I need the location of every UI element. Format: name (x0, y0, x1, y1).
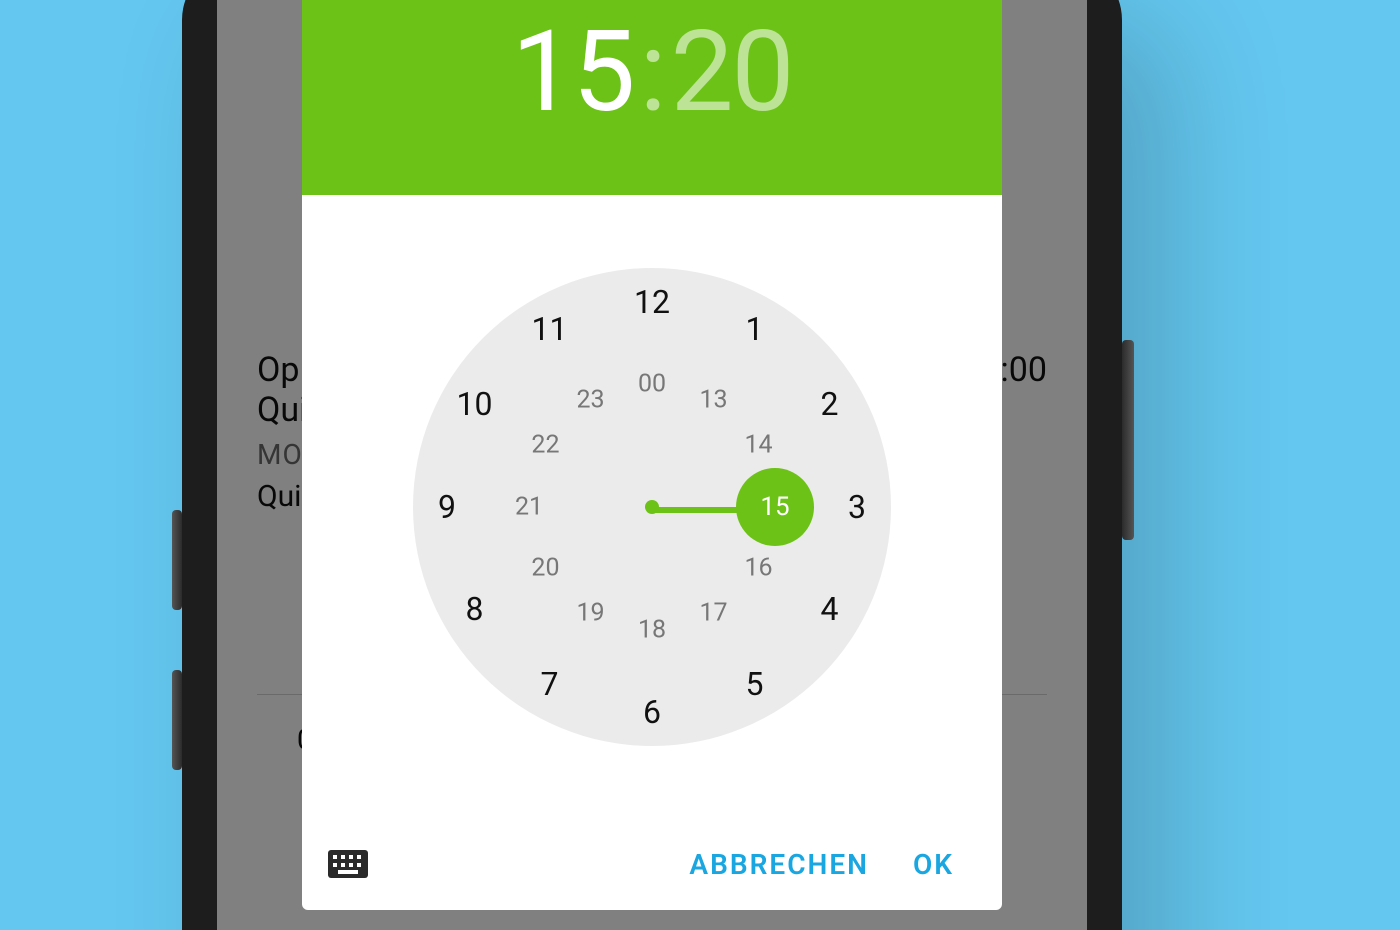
clock-hour-3[interactable]: 3 (848, 488, 866, 526)
clock-hour-1[interactable]: 1 (746, 310, 764, 348)
phone-side-button (1122, 340, 1134, 540)
clock-hour-22[interactable]: 22 (531, 431, 559, 460)
clock-hour-8[interactable]: 8 (465, 590, 483, 628)
clock-hour-12[interactable]: 12 (634, 283, 670, 321)
clock-hour-00[interactable]: 00 (638, 369, 666, 398)
phone-side-button (172, 510, 182, 610)
clock-hour-6[interactable]: 6 (643, 693, 661, 731)
selected-hour[interactable]: 15 (512, 17, 634, 129)
clock-hour-15[interactable]: 15 (736, 468, 814, 546)
clock-hour-21[interactable]: 21 (515, 492, 543, 521)
time-picker-body: 15 1212345678910110013141617181920212223 (302, 195, 1002, 818)
clock-face[interactable]: 15 1212345678910110013141617181920212223 (413, 268, 891, 746)
ok-button[interactable]: OK (891, 838, 976, 891)
time-picker-dialog: 15 : 20 15 12123456789101100131416171819… (302, 0, 1002, 910)
phone-side-button (172, 670, 182, 770)
clock-hour-19[interactable]: 19 (576, 599, 604, 628)
clock-hour-7[interactable]: 7 (541, 665, 559, 703)
cancel-button[interactable]: ABBRECHEN (667, 838, 891, 891)
time-picker-header: 15 : 20 (302, 0, 1002, 195)
clock-hour-2[interactable]: 2 (821, 385, 839, 423)
phone-frame: Op Qui MO Qui :00 08:30 12:05 15 : 20 15 (182, 0, 1122, 930)
clock-hour-13[interactable]: 13 (699, 385, 727, 414)
keyboard-icon[interactable] (328, 850, 368, 878)
clock-hour-9[interactable]: 9 (438, 488, 456, 526)
clock-hour-10[interactable]: 10 (456, 385, 492, 423)
clock-hour-17[interactable]: 17 (699, 599, 727, 628)
selected-minute[interactable]: 20 (671, 17, 793, 129)
clock-center (645, 500, 659, 514)
clock-hour-14[interactable]: 14 (744, 431, 772, 460)
clock-hour-23[interactable]: 23 (576, 385, 604, 414)
clock-hour-5[interactable]: 5 (746, 665, 764, 703)
phone-screen: Op Qui MO Qui :00 08:30 12:05 15 : 20 15 (217, 0, 1087, 930)
time-separator: : (639, 17, 664, 129)
clock-hour-4[interactable]: 4 (821, 590, 839, 628)
time-picker-footer: ABBRECHEN OK (302, 818, 1002, 910)
clock-hour-16[interactable]: 16 (744, 554, 772, 583)
clock-hour-20[interactable]: 20 (531, 554, 559, 583)
clock-hour-18[interactable]: 18 (638, 615, 666, 644)
clock-hour-11[interactable]: 11 (532, 310, 568, 348)
